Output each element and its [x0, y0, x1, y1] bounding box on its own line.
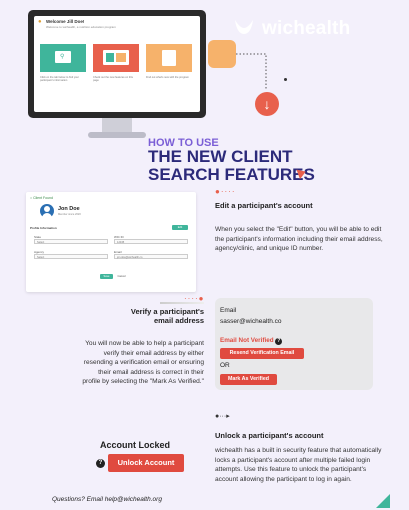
question-icon: ?: [275, 338, 283, 345]
edit-section-title: Edit a participant's account: [215, 201, 313, 210]
resend-verification-button[interactable]: Resend Verification Email: [220, 348, 304, 359]
or-label: OR: [220, 362, 230, 369]
dotted-connector: [236, 53, 267, 90]
decor-triangle: [376, 494, 390, 508]
account-locked-title: Account Locked: [100, 440, 171, 450]
monitor-base: [88, 132, 146, 138]
unlock-section-title: Unlock a participant's account: [215, 431, 324, 440]
question-icon: ?: [96, 459, 105, 468]
save-button[interactable]: Save: [100, 274, 113, 279]
decor-arrow: ●···▸: [215, 413, 230, 420]
screen-title: Welcome Jill Doe!: [46, 19, 85, 24]
screen-card-text: Check out the new features on this page: [93, 76, 133, 83]
screen-card-search: ⚲: [40, 44, 86, 72]
profile-section-title: Profile Information: [30, 226, 57, 230]
email-label: Email: [220, 307, 237, 314]
avatar: [40, 204, 54, 218]
client-name: Jon Doe: [58, 206, 80, 212]
client-found-label: ○ Client Found: [30, 196, 53, 200]
unlock-section-body: wichealth has a built in security featur…: [215, 447, 382, 483]
email-status: Email Not Verified ?: [220, 337, 283, 345]
agency-select[interactable]: Select: [34, 254, 108, 259]
screen-card-news: [146, 44, 192, 72]
cancel-button[interactable]: Cancel: [115, 274, 128, 279]
brand-logo: wichealth: [262, 18, 351, 39]
wic-id-field[interactable]: 12345: [114, 239, 188, 244]
client-sub: Member since 2020: [58, 213, 81, 216]
footer-questions: Questions? Email help@wichealth.org: [52, 496, 162, 503]
monitor-stand: [102, 118, 132, 132]
state-select[interactable]: Select: [34, 239, 108, 244]
screen-subtitle: Welcome to wichealth, a nutrition educat…: [46, 25, 116, 29]
decor-dots: ●····: [215, 187, 236, 196]
magnifier-icon: ⚲: [60, 54, 65, 60]
screen-card-text: Click on the tab below to find your part…: [40, 76, 79, 83]
arrow-down-icon: ↓: [255, 92, 279, 116]
wichealth-logo-icon: [235, 20, 253, 34]
mark-verified-button[interactable]: Mark As Verified: [220, 374, 277, 385]
heading-title: THE NEW CLIENT SEARCH FEATURES: [148, 147, 315, 184]
dot-icon: [284, 78, 287, 81]
location-pin-icon: ●: [38, 19, 42, 25]
email-value: sasser@wichealth.co: [220, 318, 282, 325]
client-profile-card: ○ Client Found Jon Doe Member since 2020…: [26, 192, 196, 292]
email-field[interactable]: jon.doe@wichealth.co: [114, 254, 188, 259]
edit-button[interactable]: Edit: [172, 225, 188, 230]
screen-card-features: [93, 44, 139, 72]
decor-dots: ····●: [184, 294, 205, 303]
edit-section-body: When you select the "Edit" button, you w…: [215, 226, 383, 253]
decor-square: [208, 40, 236, 68]
verify-section-body: You will now be able to help a participa…: [82, 340, 204, 386]
unlock-account-button[interactable]: Unlock Account: [108, 454, 184, 472]
verify-section-title: Verify a participant's email address: [130, 307, 204, 325]
screen-card-text: Find out what's new with the program: [146, 76, 189, 79]
